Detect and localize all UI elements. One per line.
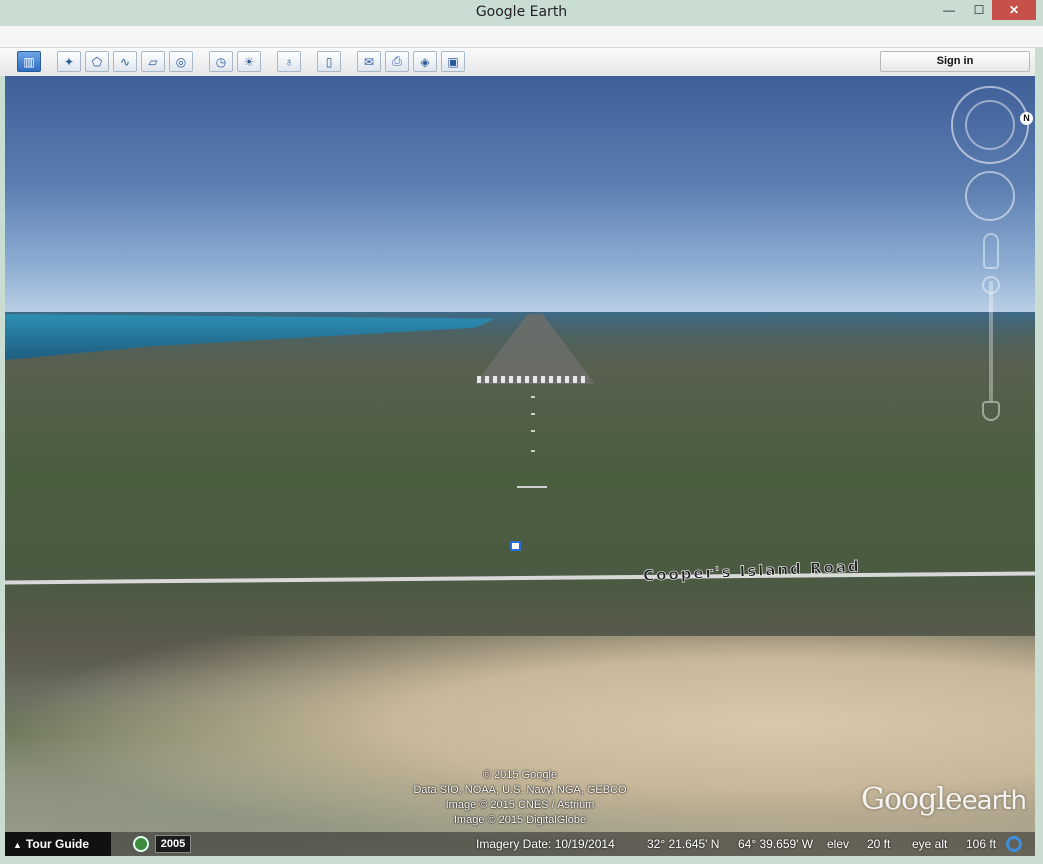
logo-google: Google bbox=[861, 782, 963, 817]
approach-light bbox=[531, 450, 535, 452]
logo-earth: earth bbox=[961, 786, 1027, 816]
look-joystick[interactable] bbox=[965, 100, 1015, 150]
record-tour-button[interactable]: ◎ bbox=[169, 51, 193, 72]
latitude: 32° 21.645' N bbox=[647, 837, 720, 851]
earth-3d-view[interactable]: Cooper's Island Road N © 2015 Google Dat… bbox=[5, 76, 1035, 856]
approach-light bbox=[531, 396, 535, 398]
credit-line: Image © 2015 CNES / Astrium bbox=[445, 799, 595, 811]
tour-guide-button[interactable]: ▲ Tour Guide bbox=[5, 832, 111, 856]
move-control[interactable] bbox=[965, 171, 1015, 221]
longitude: 64° 39.659' W bbox=[738, 837, 814, 851]
historical-imagery-button[interactable]: ◷ bbox=[209, 51, 233, 72]
credit-line: Data SIO, NOAA, U.S. Navy, NGA, GEBCO bbox=[413, 784, 627, 796]
zoom-out-button[interactable] bbox=[982, 401, 1000, 421]
look-control[interactable] bbox=[951, 86, 1029, 164]
street-view-pegman-icon[interactable] bbox=[983, 233, 999, 269]
ruler-button[interactable]: ▯ bbox=[317, 51, 341, 72]
toolbar: ▥ ✦ ⬠ ∿ ▱ ◎ ◷ ☀ ♁ ▯ ✉ ⎙ ◈ ▣ Sign in bbox=[0, 48, 1043, 76]
add-path-button[interactable]: ∿ bbox=[113, 51, 137, 72]
imagery-date: Imagery Date: 10/19/2014 bbox=[476, 837, 615, 851]
close-button[interactable]: ✕ bbox=[992, 0, 1036, 20]
historical-clock-icon[interactable] bbox=[133, 836, 149, 852]
compass-north-icon[interactable]: N bbox=[1020, 112, 1033, 125]
window-title: Google Earth bbox=[475, 4, 568, 20]
tour-guide-label: Tour Guide bbox=[25, 837, 90, 851]
window-frame bbox=[1035, 48, 1043, 864]
save-image-button[interactable]: ▣ bbox=[441, 51, 465, 72]
menu-strip bbox=[0, 26, 1043, 48]
maximize-button[interactable]: ☐ bbox=[964, 0, 994, 20]
imagery-credits: © 2015 Google Data SIO, NOAA, U.S. Navy,… bbox=[335, 768, 705, 828]
credit-line: © 2015 Google bbox=[482, 769, 558, 781]
add-placemark-button[interactable]: ✦ bbox=[57, 51, 81, 72]
sunlight-button[interactable]: ☀ bbox=[237, 51, 261, 72]
approach-light bbox=[517, 486, 547, 488]
tour-guide-arrow-icon: ▲ bbox=[13, 840, 22, 850]
sky bbox=[5, 76, 1035, 314]
runway-threshold-markings bbox=[477, 376, 589, 383]
view-in-maps-button[interactable]: ◈ bbox=[413, 51, 437, 72]
add-polygon-button[interactable]: ⬠ bbox=[85, 51, 109, 72]
window-title-bar: Google Earth — ☐ ✕ bbox=[0, 0, 1043, 26]
print-button[interactable]: ⎙ bbox=[385, 51, 409, 72]
add-image-overlay-button[interactable]: ▱ bbox=[141, 51, 165, 72]
planets-button[interactable]: ♁ bbox=[277, 51, 301, 72]
approach-light bbox=[531, 430, 535, 432]
placemark-icon[interactable] bbox=[510, 541, 521, 551]
imagery-year[interactable]: 2005 bbox=[155, 835, 191, 853]
zoom-in-button[interactable] bbox=[982, 276, 1000, 294]
elev-label: elev bbox=[827, 837, 850, 851]
minimize-button[interactable]: — bbox=[934, 0, 964, 20]
credit-line: Image © 2015 DigitalGlobe bbox=[453, 814, 587, 826]
zoom-slider[interactable] bbox=[989, 281, 993, 401]
google-earth-logo: Googleearth bbox=[861, 782, 1027, 817]
window-frame bbox=[0, 76, 5, 864]
window-frame bbox=[0, 856, 1043, 864]
approach-light bbox=[531, 413, 535, 415]
status-bar: ▲ Tour Guide 2005 Imagery Date: 10/19/201… bbox=[5, 832, 1035, 856]
sign-in-button[interactable]: Sign in bbox=[880, 51, 1030, 72]
eye-alt-label: eye alt bbox=[912, 837, 948, 851]
elev-value: 20 ft bbox=[867, 837, 891, 851]
eye-alt-value: 106 ft bbox=[966, 837, 997, 851]
streaming-progress-icon bbox=[1006, 836, 1022, 852]
email-button[interactable]: ✉ bbox=[357, 51, 381, 72]
sidebar-toggle-button[interactable]: ▥ bbox=[17, 51, 41, 72]
